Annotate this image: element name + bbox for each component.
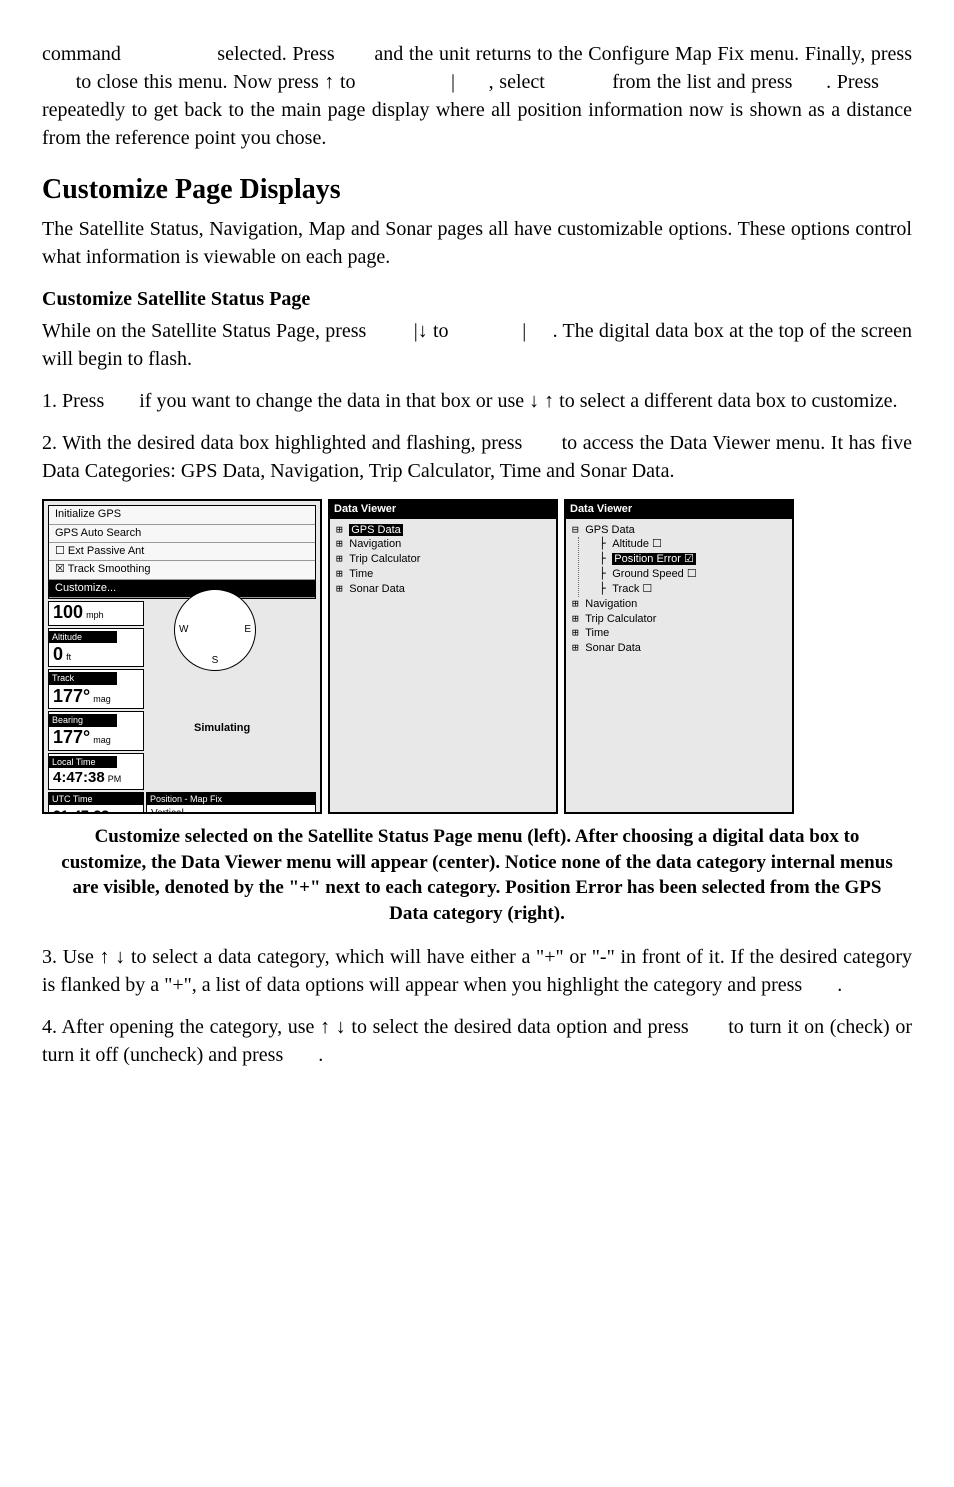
heading-customize-satellite-status: Customize Satellite Status Page — [42, 285, 912, 313]
paragraph-3: While on the Satellite Status Page, pres… — [42, 317, 912, 373]
data-viewer-center-panel: Data Viewer GPS Data Navigation Trip Cal… — [328, 499, 558, 814]
localtime-value: 4:47:38 — [53, 769, 105, 786]
up-arrow-icon: ↑ — [100, 946, 110, 968]
altitude-value: 0 — [53, 644, 63, 664]
altitude-box: Altitude 0 ft — [48, 628, 144, 668]
paragraph-1: command selected. Press and the unit ret… — [42, 40, 912, 152]
text: . Press — [826, 71, 879, 93]
track-box: Track 177° mag — [48, 669, 144, 709]
utc-label: UTC Time — [49, 793, 143, 806]
text: | — [522, 320, 526, 342]
localtime-label: Local Time — [49, 756, 117, 769]
menu-item-gps-auto-search[interactable]: GPS Auto Search — [49, 525, 315, 543]
menu-item-initialize-gps[interactable]: Initialize GPS — [49, 506, 315, 524]
satellite-status-menu-panel: Initialize GPS GPS Auto Search Ext Passi… — [42, 499, 322, 814]
speed-value: 100 — [53, 602, 83, 622]
text: to select a data category, which will ha… — [42, 946, 912, 996]
tree-node-trip-calculator[interactable]: Trip Calculator — [336, 552, 550, 567]
text: from the list and press — [612, 71, 792, 93]
data-viewer-right-panel: Data Viewer GPS Data Altitude Position E… — [564, 499, 794, 814]
speed-box: 100 mph — [48, 601, 144, 625]
paragraph-6: 3. Use ↑ ↓ to select a data category, wh… — [42, 943, 912, 999]
down-arrow-icon: ↓ — [529, 390, 539, 412]
text: and the unit returns to the Configure Ma… — [374, 43, 912, 65]
up-arrow-icon: ↑ — [324, 71, 334, 93]
tree-node-altitude[interactable]: Altitude — [585, 537, 786, 552]
text: to — [428, 320, 449, 342]
utc-value: 21:47:38 — [53, 807, 109, 814]
down-arrow-icon: ↓ — [336, 1016, 346, 1038]
text: . — [837, 974, 842, 996]
down-arrow-icon: ↓ — [418, 320, 428, 342]
text: selected. Press — [217, 43, 334, 65]
speed-unit: mph — [86, 610, 104, 620]
compass-icon: W E S — [174, 589, 256, 671]
track-label: Track — [49, 672, 117, 685]
tree-node-navigation[interactable]: Navigation — [336, 537, 550, 552]
text: to close this menu. Now press — [76, 71, 325, 93]
compass-s: S — [212, 654, 219, 668]
altitude-label: Altitude — [49, 631, 117, 644]
data-viewer-tree: GPS Data Navigation Trip Calculator Time… — [330, 519, 556, 601]
data-viewer-title: Data Viewer — [566, 501, 792, 518]
compass-w: W — [179, 623, 188, 637]
tree-node-time[interactable]: Time — [572, 626, 786, 641]
up-arrow-icon: ↑ — [320, 1016, 330, 1038]
data-viewer-title: Data Viewer — [330, 501, 556, 518]
text: if you want to change the data in that b… — [139, 390, 529, 412]
bearing-box: Bearing 177° mag — [48, 711, 144, 751]
down-arrow-icon: ↓ — [115, 946, 125, 968]
tree-node-ground-speed[interactable]: Ground Speed — [585, 567, 786, 582]
tree-node-track[interactable]: Track — [585, 582, 786, 597]
localtime-unit: PM — [108, 774, 122, 784]
figure-caption: Customize selected on the Satellite Stat… — [60, 824, 894, 927]
track-value: 177° — [53, 686, 90, 706]
text: command — [42, 43, 121, 65]
tree-node-sonar-data[interactable]: Sonar Data — [336, 582, 550, 597]
text: repeatedly to get back to the main page … — [42, 99, 912, 149]
text: to select a different data box to custom… — [554, 390, 897, 412]
localtime-box: Local Time 4:47:38 PM — [48, 753, 144, 790]
tree-node-gps-data[interactable]: GPS Data — [572, 523, 786, 538]
text: . — [318, 1044, 323, 1066]
text: While on the Satellite Status Page, pres… — [42, 320, 366, 342]
vertical-label: Vertical — [151, 808, 184, 814]
tree-node-navigation[interactable]: Navigation — [572, 597, 786, 612]
paragraph-7: 4. After opening the category, use ↑ ↓ t… — [42, 1013, 912, 1069]
tree-node-trip-calculator[interactable]: Trip Calculator — [572, 612, 786, 627]
utc-box: UTC Time 21:47:38 — [48, 792, 144, 815]
bearing-unit: mag — [93, 735, 111, 745]
text: 4. After opening the category, use — [42, 1016, 320, 1038]
simulating-label: Simulating — [194, 721, 250, 736]
position-box: Position - Map Fix Vertical D: 539.33" — [146, 792, 316, 815]
compass-e: E — [244, 623, 251, 637]
menu-item-customize[interactable]: Customize... — [49, 580, 315, 598]
text: | — [451, 71, 455, 93]
paragraph-4: 1. Press if you want to change the data … — [42, 387, 912, 415]
text: to select the desired data option and pr… — [346, 1016, 689, 1038]
bearing-label: Bearing — [49, 714, 117, 727]
bearing-value: 177° — [53, 727, 90, 747]
text: 3. Use — [42, 946, 100, 968]
menu-list: Initialize GPS GPS Auto Search Ext Passi… — [48, 505, 316, 599]
data-viewer-tree: GPS Data Altitude Position Error Ground … — [566, 519, 792, 661]
figure-row: Initialize GPS GPS Auto Search Ext Passi… — [42, 499, 912, 814]
text: 1. Press — [42, 390, 104, 412]
tree-node-sonar-data[interactable]: Sonar Data — [572, 641, 786, 656]
tree-node-gps-data[interactable]: GPS Data — [336, 523, 550, 538]
heading-customize-page-displays: Customize Page Displays — [42, 170, 912, 209]
menu-item-ext-passive-ant[interactable]: Ext Passive Ant — [49, 543, 315, 561]
position-label: Position - Map Fix — [147, 793, 315, 806]
paragraph-5: 2. With the desired data box highlighted… — [42, 429, 912, 485]
menu-item-track-smoothing[interactable]: Track Smoothing — [49, 561, 315, 579]
text: 2. With the desired data box highlighted… — [42, 432, 522, 454]
text: , select — [489, 71, 545, 93]
tree-node-position-error[interactable]: Position Error — [585, 552, 786, 567]
paragraph-2: The Satellite Status, Navigation, Map an… — [42, 215, 912, 271]
altitude-unit: ft — [66, 652, 71, 662]
up-arrow-icon: ↑ — [544, 390, 554, 412]
text: to — [334, 71, 355, 93]
track-unit: mag — [93, 694, 111, 704]
tree-node-time[interactable]: Time — [336, 567, 550, 582]
